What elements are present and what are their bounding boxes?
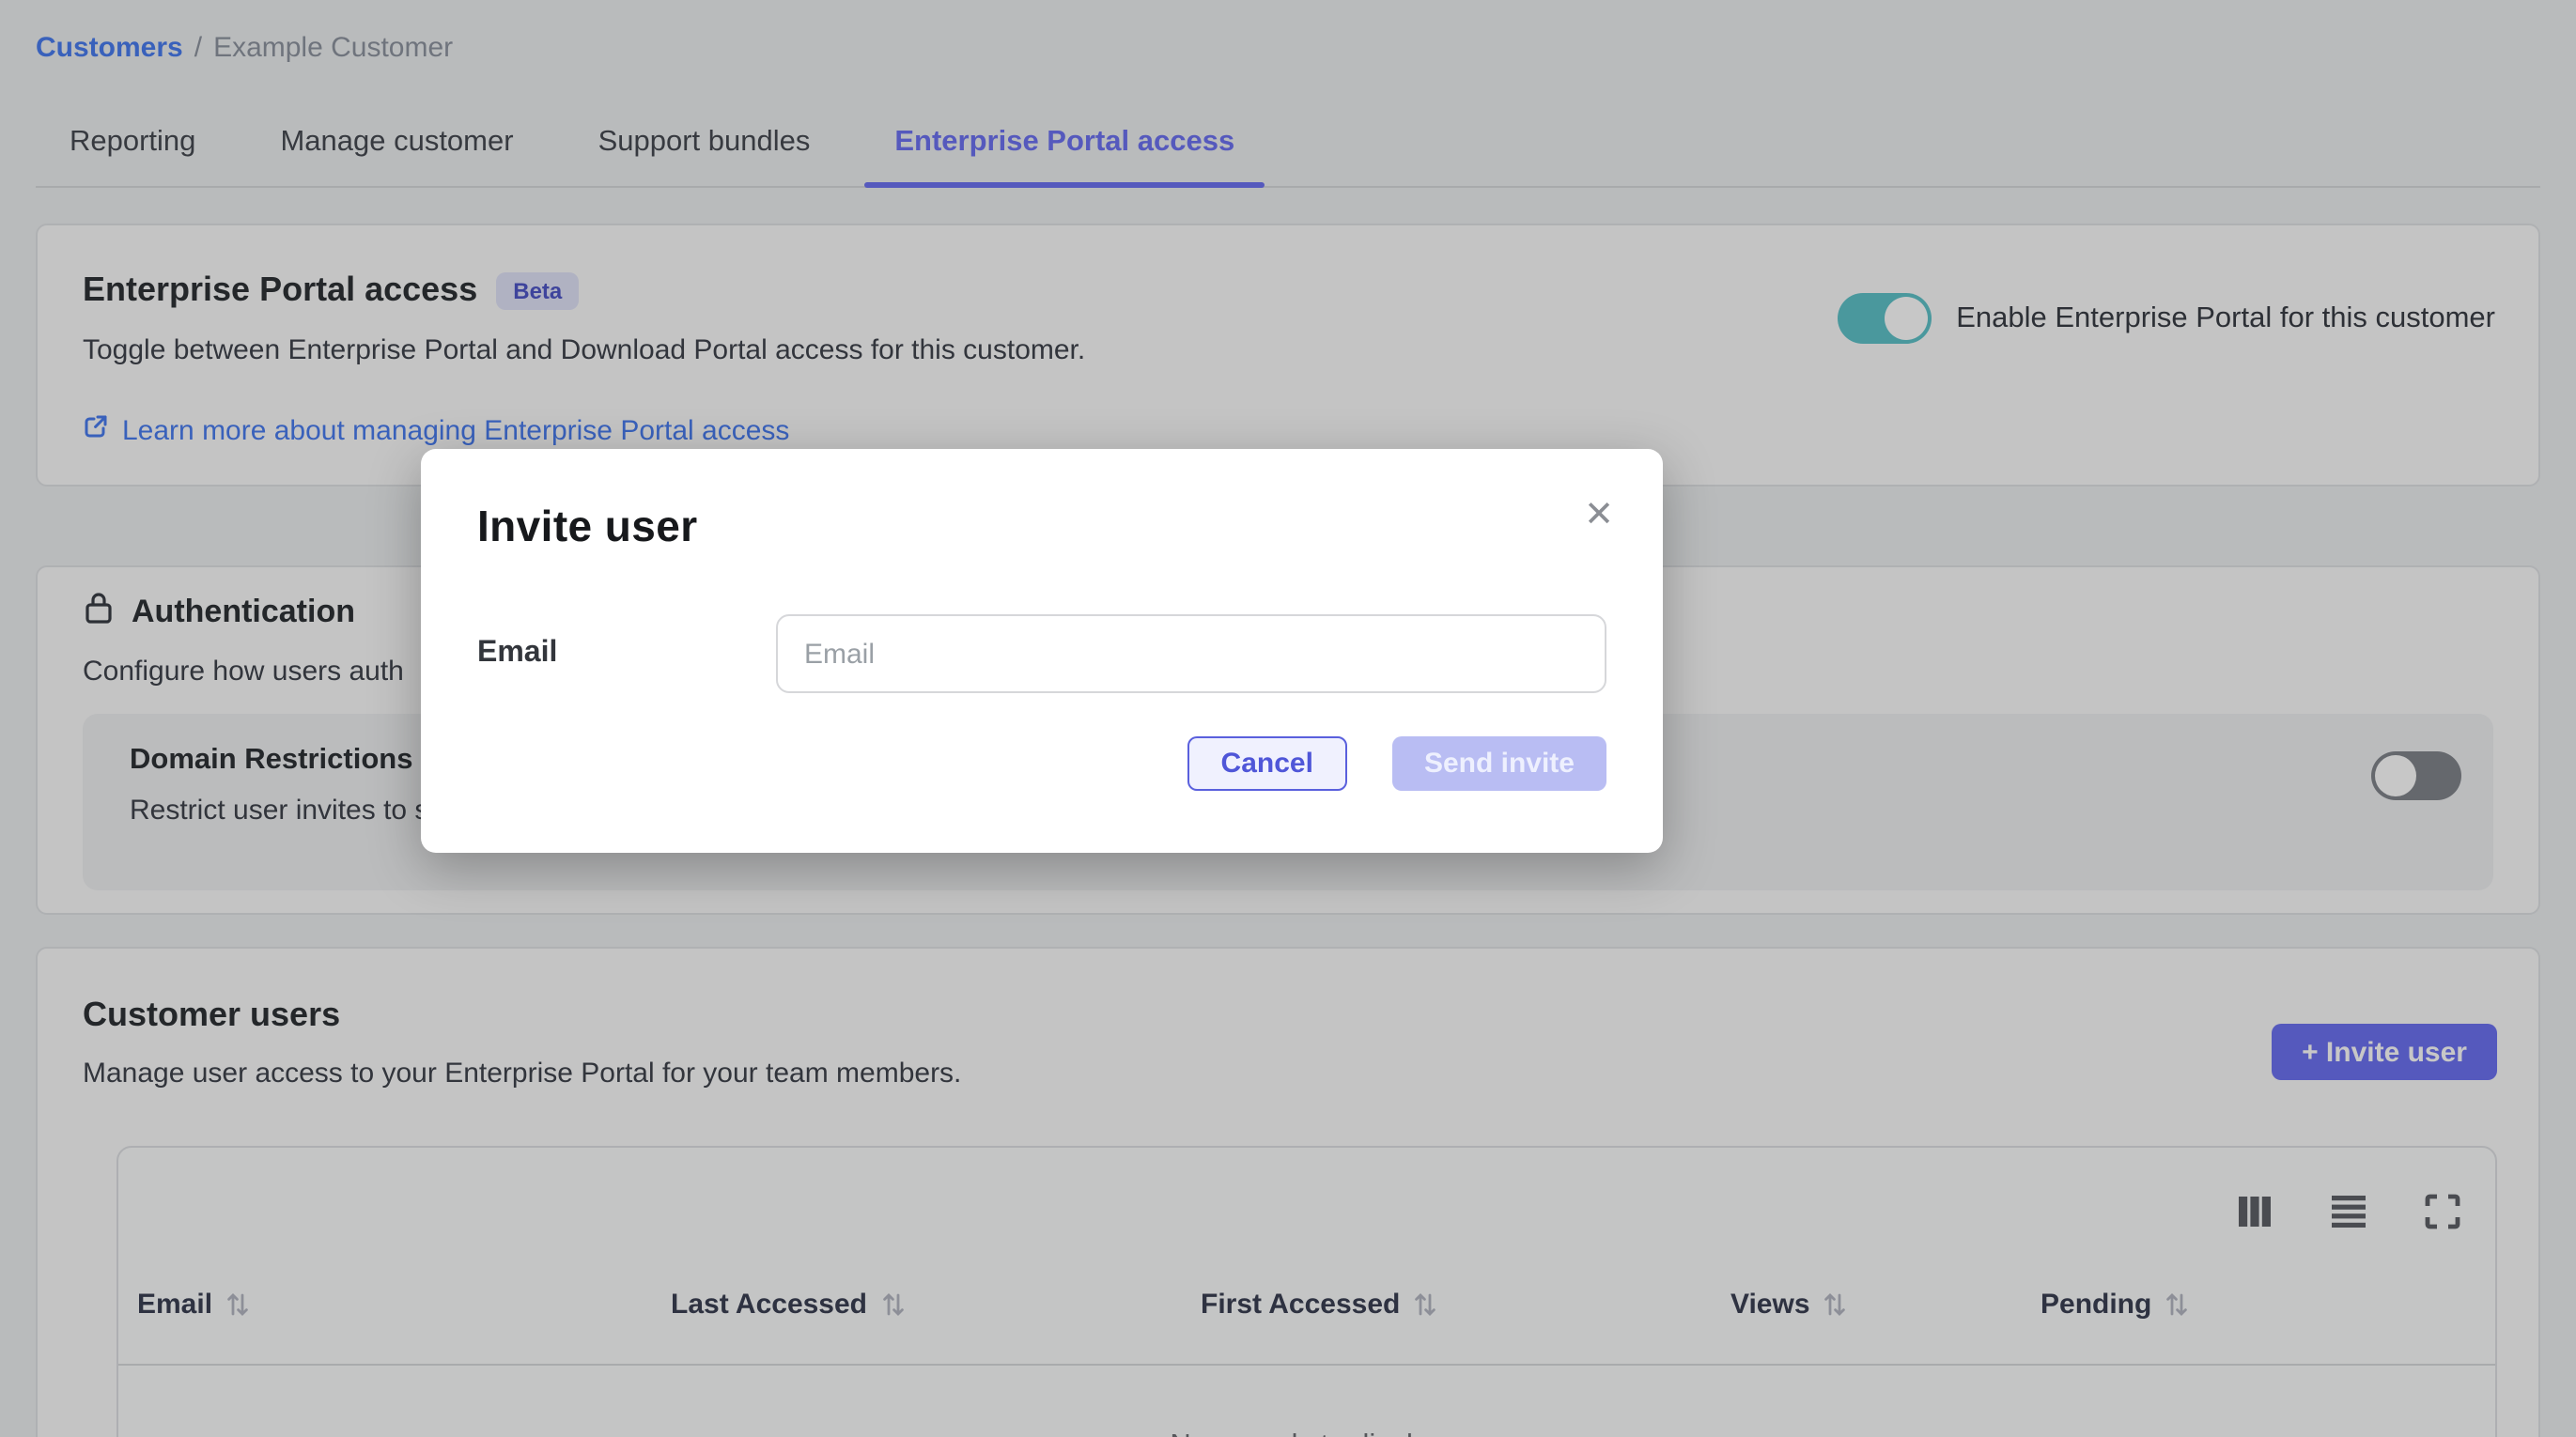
invite-user-modal: Invite user ✕ Email Cancel Send invite [421, 449, 1663, 853]
send-invite-button[interactable]: Send invite [1392, 736, 1606, 791]
email-field-label: Email [477, 637, 557, 671]
email-field-row: Email [477, 614, 1606, 693]
cancel-button[interactable]: Cancel [1187, 736, 1347, 791]
close-icon[interactable]: ✕ [1584, 498, 1614, 533]
modal-actions: Cancel Send invite [477, 736, 1606, 791]
email-input[interactable] [776, 614, 1606, 693]
app-viewport: Customers / Example Customer Reporting M… [0, 0, 2576, 1437]
modal-title: Invite user [477, 502, 1606, 552]
